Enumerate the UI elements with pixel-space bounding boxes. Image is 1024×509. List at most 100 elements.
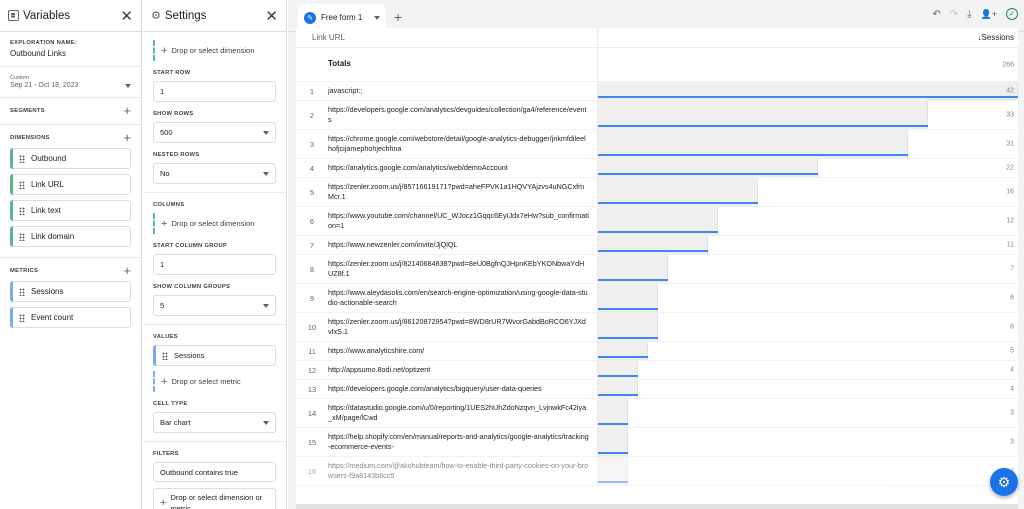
filters-drop-zone[interactable]: + Drop or select dimension or metric [153, 488, 276, 509]
add-tab-icon[interactable]: + [394, 9, 402, 25]
values-drop-zone[interactable]: + Drop or select metric [153, 371, 276, 392]
row-number: 2 [309, 110, 315, 120]
table-row[interactable]: 12 http://appsumo.8odi.net/optizent 4 [296, 361, 1018, 380]
sessions-value: 4 [1010, 366, 1014, 374]
download-icon[interactable]: ⤓ [967, 9, 971, 20]
metrics-label: METRICS [10, 268, 39, 274]
values-label: VALUES [153, 334, 178, 340]
sessions-value: 3 [1010, 438, 1014, 446]
add-segment-icon[interactable]: + [123, 104, 131, 117]
row-number: 4 [309, 163, 315, 173]
table-row[interactable]: 10 https://zenler.zoom.us/j/86120872954?p… [296, 313, 1018, 342]
sessions-value: 16 [1006, 188, 1014, 196]
dimension-chip-outbound[interactable]: Outbound [10, 148, 131, 169]
drag-handle-icon[interactable] [19, 180, 25, 189]
columns-drop-zone[interactable]: + Drop or select dimension [153, 213, 276, 234]
sessions-value: 11 [1006, 241, 1014, 249]
date-dropdown-icon[interactable] [125, 83, 131, 88]
columns-label: COLUMNS [153, 202, 185, 208]
bar-line [598, 452, 628, 454]
toolbar: ↶ ↷ ⤓ 👤+ ✓ [932, 8, 1018, 20]
date-range-section[interactable]: Custom Sep 21 - Oct 18, 2023 [0, 67, 141, 98]
table-row[interactable]: 11 https://www.analyticshire.com/5 [296, 342, 1018, 361]
sessions-cell: 33 [598, 101, 1018, 129]
dropdown-arrow-icon [263, 420, 269, 425]
bar-line [598, 250, 708, 252]
sessions-value: 42 [1006, 87, 1014, 95]
date-range[interactable]: Sep 21 - Oct 18, 2023 [10, 82, 79, 89]
bar-line [598, 125, 928, 127]
start-column-group-label: START COLUMN GROUP [153, 243, 228, 249]
table-row[interactable]: 9 https://www.aleydasolis.com/en/search-e… [296, 284, 1018, 313]
plus-icon: + [161, 217, 168, 230]
drag-handle-icon[interactable] [19, 287, 25, 296]
table-row[interactable]: 4 https://analytics.google.com/analytics/… [296, 159, 1018, 178]
sessions-value: 6 [1010, 294, 1014, 302]
drag-handle-icon[interactable] [19, 154, 25, 163]
sessions-cell: 31 [598, 130, 1018, 158]
link-url-cell: http://appsumo.8odi.net/optizent [328, 361, 598, 379]
link-url-cell: https://developers.google.com/analytics/… [328, 380, 598, 398]
add-metric-icon[interactable]: + [123, 264, 131, 277]
table-body: 1 javascript:; 42 2 https://developers.googl… [296, 82, 1018, 486]
table-row[interactable]: 3 https://chrome.google.com/webstore/deta… [296, 130, 1018, 159]
settings-header: ⚙ Settings ✕ [143, 0, 286, 32]
start-row-input[interactable]: 1 [153, 81, 276, 102]
link-url-cell: https://zenler.zoom.us/j/86120872954?pwd… [328, 313, 598, 341]
link-url-cell: https://www.aleydasolis.com/en/search-en… [328, 284, 598, 312]
table-row[interactable]: 6 https://www.youtube.com/channel/UC_WJoc… [296, 207, 1018, 236]
show-rows-select[interactable]: 500 [153, 122, 276, 143]
floating-action-icon[interactable]: ⚙ [990, 468, 1018, 496]
table-row[interactable]: 2 https://developers.google.com/analytics… [296, 101, 1018, 130]
dimension-chip-link-domain[interactable]: Link domain [10, 226, 131, 247]
segments-section: SEGMENTS + [0, 98, 141, 125]
start-column-group-input[interactable]: 1 [153, 254, 276, 275]
table-row[interactable]: 1 javascript:; 42 [296, 82, 1018, 101]
share-icon[interactable]: 👤+ [981, 9, 997, 20]
tab-free-form-1[interactable]: ✎ Free form 1 [298, 4, 386, 31]
metric-chip-sessions[interactable]: Sessions [10, 281, 131, 302]
dimension-chip-link-url[interactable]: Link URL [10, 174, 131, 195]
table-row[interactable]: 13 https://developers.google.com/analytic… [296, 380, 1018, 399]
table-row[interactable]: 7 https://www.newzenler.com/invite/JjQlQL… [296, 236, 1018, 255]
sessions-value: 22 [1006, 164, 1014, 172]
check-icon[interactable]: ✓ [1006, 8, 1018, 20]
sessions-cell: 22 [598, 159, 1018, 177]
tab-menu-icon[interactable] [374, 15, 380, 20]
metric-chip-event-count[interactable]: Event count [10, 307, 131, 328]
metrics-section: METRICS + Sessions Event count [0, 258, 141, 336]
row-number: 10 [307, 322, 317, 332]
row-number: 8 [309, 264, 315, 274]
table-header: Link URL ↓Sessions [296, 28, 1018, 48]
column-header-link-url[interactable]: Link URL [296, 28, 598, 47]
drag-handle-icon[interactable] [19, 206, 25, 215]
undo-icon[interactable]: ↶ [932, 9, 940, 20]
filter-chip[interactable]: Outbound contains true [153, 462, 276, 482]
link-url-cell: https://zenler.zoom.us/j/85716619171?pwd… [328, 178, 598, 206]
horizontal-scrollbar[interactable] [296, 504, 1018, 509]
add-dimension-icon[interactable]: + [123, 131, 131, 144]
drag-handle-icon[interactable] [19, 313, 25, 322]
table-row[interactable]: 14 https://datastudio.google.com/u/0/repo… [296, 399, 1018, 428]
cell-type-select[interactable]: Bar chart [153, 412, 276, 433]
table-row[interactable]: 15 https://help.shopify.com/en/manual/rep… [296, 428, 1018, 457]
drag-handle-icon[interactable] [19, 232, 25, 241]
bar-line [598, 308, 658, 310]
table-row[interactable]: 16 https://medium.com/@akohubteam/how-to-… [296, 457, 1018, 486]
close-variables-icon[interactable]: ✕ [120, 7, 133, 25]
table-row[interactable]: 8 https://zenler.zoom.us/j/82140684838?pw… [296, 255, 1018, 284]
show-column-groups-select[interactable]: 5 [153, 295, 276, 316]
row-number: 14 [307, 408, 317, 418]
table-row[interactable]: 5 https://zenler.zoom.us/j/85716619171?pw… [296, 178, 1018, 207]
dimension-chip-link-text[interactable]: Link text [10, 200, 131, 221]
column-header-sessions[interactable]: ↓Sessions [598, 33, 1018, 42]
rows-drop-zone[interactable]: + Drop or select dimension [153, 40, 276, 61]
value-chip-sessions[interactable]: Sessions [153, 345, 276, 366]
bar-line [598, 394, 638, 396]
link-url-cell: https://zenler.zoom.us/j/82140684838?pwd… [328, 255, 598, 283]
exploration-name[interactable]: Outbound Links [10, 49, 131, 58]
drag-handle-icon[interactable] [162, 351, 168, 360]
nested-rows-select[interactable]: No [153, 163, 276, 184]
close-settings-icon[interactable]: ✕ [265, 7, 278, 25]
redo-icon[interactable]: ↷ [950, 9, 958, 20]
